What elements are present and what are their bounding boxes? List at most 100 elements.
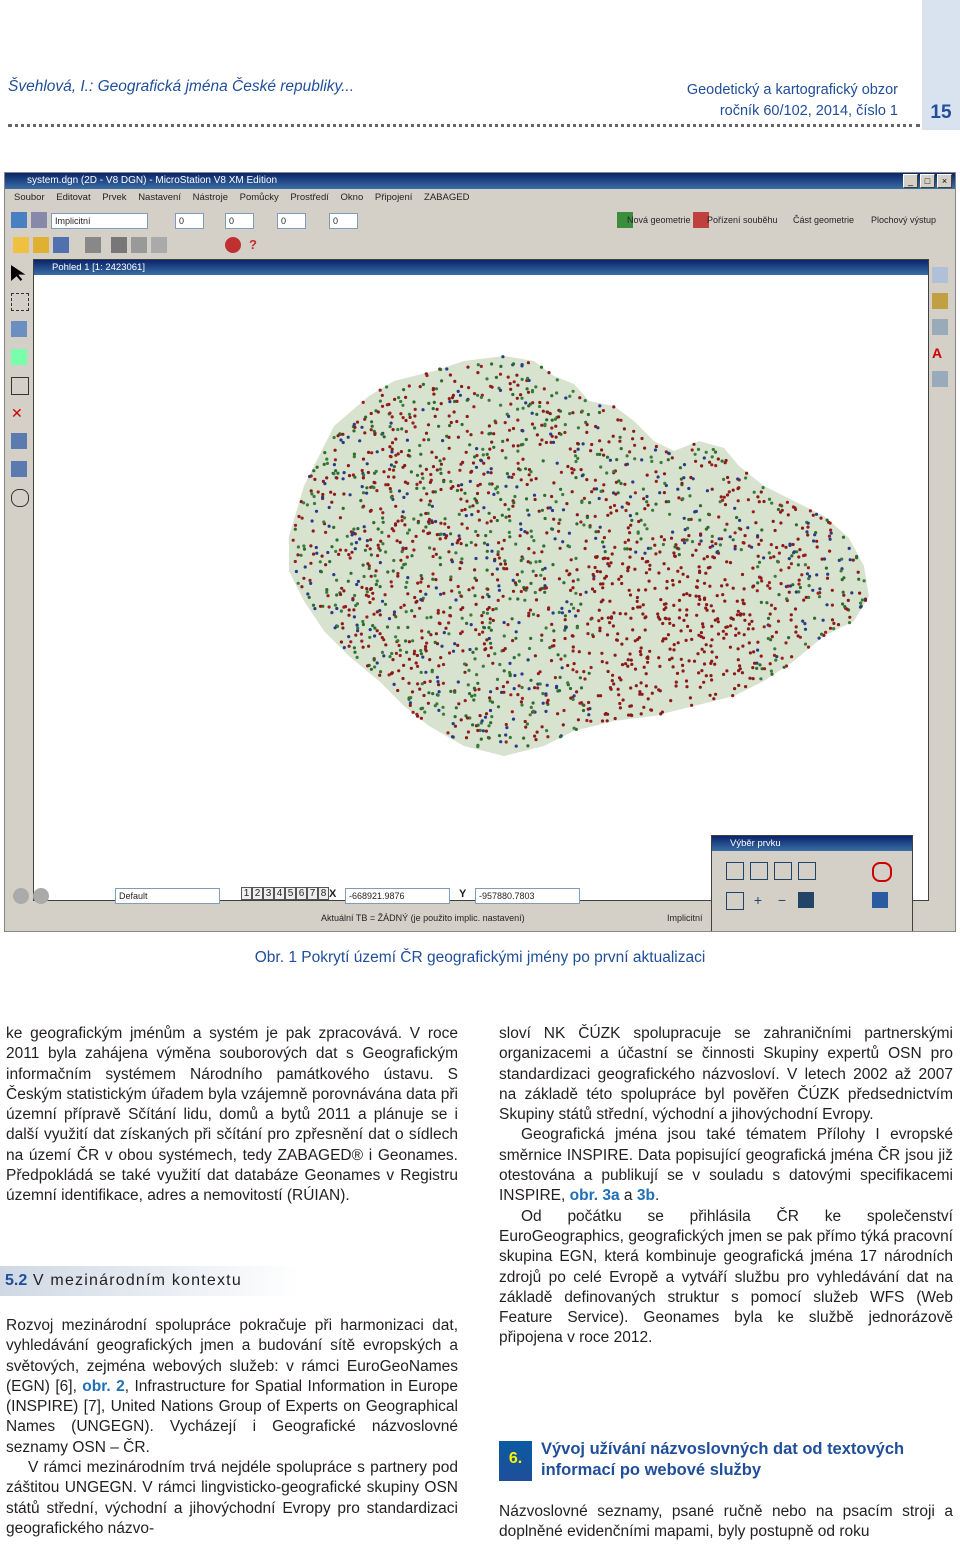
pattern-icon[interactable] (932, 371, 948, 387)
map-point (380, 530, 384, 534)
part-geometry-label[interactable]: Část geometrie (793, 212, 854, 228)
print-icon[interactable] (85, 237, 101, 253)
style-combo[interactable]: 0 (225, 213, 254, 229)
annotation-icon[interactable] (932, 267, 948, 283)
map-point (631, 606, 635, 611)
menu-editovat[interactable]: Editovat (56, 192, 90, 203)
map-point (368, 547, 372, 551)
figure-3a-link[interactable]: obr. 3a (570, 1187, 620, 1204)
map-point (586, 707, 590, 711)
close-button[interactable]: × (937, 174, 952, 188)
map-point (572, 606, 576, 610)
figure-3b-link[interactable]: 3b (637, 1187, 655, 1204)
weight-combo[interactable]: 0 (277, 213, 306, 229)
rect-select-icon[interactable] (750, 862, 768, 880)
class-combo[interactable]: 0 (329, 213, 358, 229)
y-coordinate-field[interactable]: -957880.7803 (475, 888, 580, 904)
map-point (820, 632, 824, 636)
view-button-4[interactable]: 4 (274, 887, 285, 900)
select-arrow-icon[interactable] (11, 265, 26, 281)
point-select-icon[interactable] (726, 862, 744, 880)
map-point (433, 414, 437, 418)
map-point (594, 487, 599, 491)
open-folder-icon[interactable] (33, 237, 49, 253)
copy-icon[interactable] (131, 237, 147, 253)
maximize-button[interactable]: □ (920, 174, 935, 188)
fence-icon[interactable] (11, 293, 29, 311)
menu-nastroje[interactable]: Nástroje (193, 192, 228, 203)
view-button-5[interactable]: 5 (285, 887, 296, 900)
line-select-icon[interactable] (798, 862, 816, 880)
minimize-button[interactable]: _ (903, 174, 918, 188)
view-button-3[interactable]: 3 (263, 887, 274, 900)
cut-icon[interactable] (111, 237, 127, 253)
back-icon[interactable] (13, 888, 29, 904)
map-point (733, 547, 737, 551)
cell-icon[interactable] (932, 293, 948, 309)
map-point (407, 640, 411, 644)
map-point (442, 457, 446, 461)
map-point (561, 508, 566, 512)
capture-label[interactable]: Pořízení souběhu (707, 212, 778, 228)
x-coordinate-field[interactable]: -668921.9876 (345, 888, 450, 904)
map-point (654, 502, 658, 506)
menu-okno[interactable]: Okno (341, 192, 364, 203)
view-button-7[interactable]: 7 (307, 887, 318, 900)
map-point (526, 744, 530, 748)
view-button-2[interactable]: 2 (252, 887, 263, 900)
forward-icon[interactable] (33, 888, 49, 904)
level-combo[interactable]: Implicitní (51, 213, 148, 229)
view-button-6[interactable]: 6 (296, 887, 307, 900)
modify-icon[interactable] (11, 349, 27, 365)
map-point (568, 447, 572, 451)
delete-icon[interactable]: ✕ (11, 405, 27, 421)
text-tool-icon[interactable]: A (932, 345, 948, 361)
menu-pomucky[interactable]: Pomůcky (240, 192, 279, 203)
map-point (366, 562, 370, 566)
view-attributes-combo[interactable]: Default (115, 888, 220, 904)
clear-selection-icon[interactable] (872, 862, 892, 882)
map-point (721, 629, 725, 633)
level-display-icon[interactable] (31, 212, 47, 228)
line-tool-icon[interactable] (11, 433, 27, 449)
map-point (354, 541, 358, 545)
save-icon[interactable] (53, 237, 69, 253)
shape-select-icon[interactable] (774, 862, 792, 880)
map-point (341, 477, 345, 481)
dimension-icon[interactable] (11, 377, 29, 395)
map-point (372, 486, 376, 490)
menu-nastaveni[interactable]: Nastavení (138, 192, 181, 203)
map-point (390, 415, 394, 419)
map-point (524, 401, 528, 405)
view-icon[interactable] (932, 319, 948, 335)
new-geometry-label[interactable]: Nová geometrie (627, 212, 691, 228)
polygon-tool-icon[interactable] (11, 461, 27, 477)
map-point (716, 632, 721, 636)
map-point (490, 572, 494, 576)
map-point (399, 412, 403, 416)
map-point (391, 569, 395, 573)
globe-icon[interactable] (225, 237, 241, 253)
map-point (533, 426, 537, 430)
menu-pripojeni[interactable]: Připojení (375, 192, 413, 203)
view-button-8[interactable]: 8 (318, 887, 329, 900)
paste-icon[interactable] (151, 237, 167, 253)
map-point (402, 495, 406, 499)
map-point (811, 513, 815, 517)
manipulate-icon[interactable] (11, 321, 27, 337)
menu-soubor[interactable]: Soubor (14, 192, 45, 203)
circle-tool-icon[interactable] (11, 489, 29, 507)
map-point (410, 554, 414, 558)
menu-prvek[interactable]: Prvek (102, 192, 126, 203)
color-combo[interactable]: 0 (175, 213, 204, 229)
map-point (487, 595, 491, 599)
menu-zabaged[interactable]: ZABAGED (424, 192, 469, 203)
view-button-1[interactable]: 1 (241, 887, 252, 900)
help-icon[interactable]: ? (249, 237, 265, 253)
area-output-label[interactable]: Plochový výstup (871, 212, 936, 228)
level-manager-icon[interactable] (11, 212, 27, 228)
new-file-icon[interactable] (13, 237, 29, 253)
menu-prostredi[interactable]: Prostředí (290, 192, 329, 203)
figure-2-link[interactable]: obr. 2 (82, 1378, 124, 1395)
map-point (634, 684, 638, 688)
